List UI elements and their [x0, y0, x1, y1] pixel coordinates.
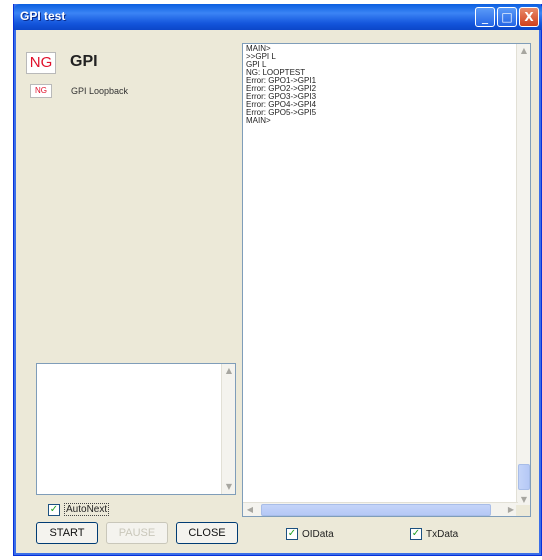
autonext-checkbox-row[interactable]: ✓ AutoNext — [48, 503, 110, 516]
item-status-badge: NG — [30, 84, 52, 98]
pause-button[interactable]: PAUSE — [106, 522, 168, 544]
window-title: GPI test — [20, 9, 66, 23]
test-status-badge: NG — [26, 52, 56, 74]
close-button[interactable]: CLOSE — [176, 522, 238, 544]
test-name: GPI — [70, 53, 98, 70]
txdata-checkbox-row[interactable]: ✓ TxData — [410, 528, 458, 540]
maximize-button[interactable]: □ — [497, 7, 517, 27]
memo-scroll-up-icon[interactable]: ▲ — [222, 364, 236, 378]
result-memo[interactable]: ▲ ▼ — [36, 363, 236, 495]
oidata-checkbox[interactable]: ✓ — [286, 528, 298, 540]
log-scroll-up-icon[interactable]: ▲ — [517, 44, 531, 58]
log-horizontal-scrollbar[interactable]: ◀ ▶ — [243, 502, 518, 516]
txdata-label: TxData — [426, 528, 459, 540]
scroll-corner — [516, 505, 530, 516]
title-bar[interactable]: GPI test _ □ X — [14, 4, 542, 30]
start-button[interactable]: START — [36, 522, 98, 544]
txdata-checkbox[interactable]: ✓ — [410, 528, 422, 540]
minimize-button[interactable]: _ — [475, 7, 495, 27]
log-scroll-left-icon[interactable]: ◀ — [243, 503, 257, 517]
oidata-label: OIData — [302, 528, 334, 540]
gpi-test-window: GPI test _ □ X NG GPI NG GPI Loopback ▲ … — [13, 4, 542, 556]
log-vscroll-thumb[interactable] — [518, 464, 530, 490]
log-text: MAIN> >>GPI L GPI L NG: LOOPTEST Error: GPO1… — [246, 45, 316, 125]
log-line: MAIN> — [246, 116, 271, 125]
close-window-button[interactable]: X — [519, 7, 539, 27]
memo-scroll-down-icon[interactable]: ▼ — [222, 480, 236, 494]
log-hscroll-thumb[interactable] — [261, 504, 491, 516]
autonext-label: AutoNext — [64, 503, 110, 516]
item-name: GPI Loopback — [71, 86, 129, 96]
client-area: NG GPI NG GPI Loopback ▲ ▼ ✓ AutoNext ST… — [18, 30, 539, 552]
log-output[interactable]: MAIN> >>GPI L GPI L NG: LOOPTEST Error: GPO1… — [242, 43, 531, 517]
oidata-checkbox-row[interactable]: ✓ OIData — [286, 528, 334, 540]
autonext-checkbox[interactable]: ✓ — [48, 503, 60, 516]
memo-scrollbar[interactable]: ▲ ▼ — [221, 364, 235, 494]
log-vertical-scrollbar[interactable]: ▲ ▼ — [516, 44, 530, 507]
